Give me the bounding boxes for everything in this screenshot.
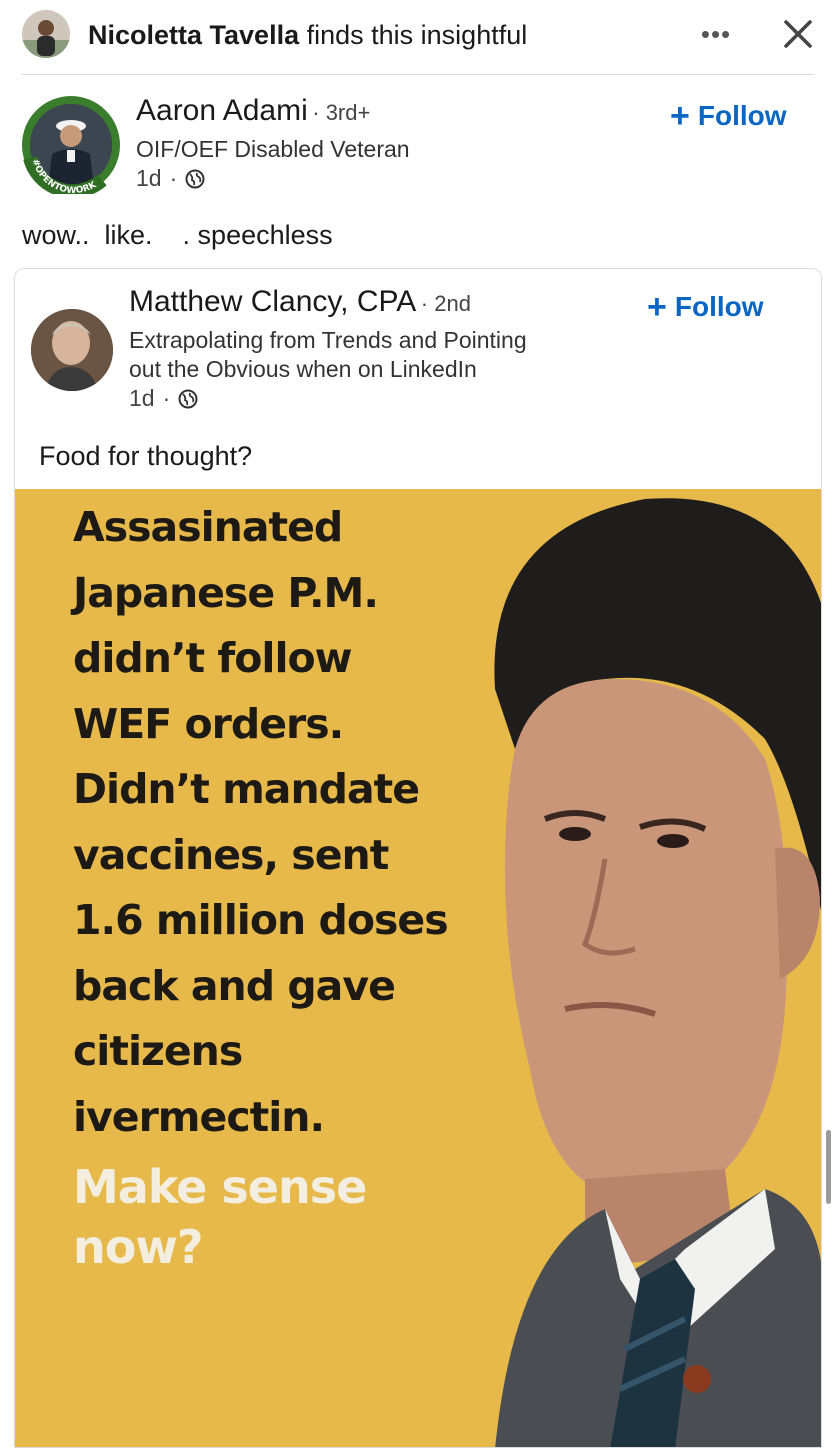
follow-label: Follow <box>697 100 787 131</box>
caption-line: 1.6 million doses <box>73 896 449 944</box>
post-time: 1d <box>136 165 162 191</box>
portrait-illustration <box>494 498 821 1447</box>
shared-author-headline-line1: Extrapolating from Trends and Pointing <box>129 327 527 353</box>
caption-line: vaccines, sent <box>73 830 389 879</box>
post-meta: 1d · <box>136 165 205 192</box>
activity-action: finds this insightful <box>306 20 528 50</box>
image-caption: Assasinated Japanese P.M. didn’t follow … <box>73 495 449 1150</box>
shared-post-text: Food for thought? <box>39 441 253 471</box>
shared-author-name[interactable]: Matthew Clancy, CPA <box>129 285 416 318</box>
plus-icon: + <box>647 288 667 326</box>
author-name[interactable]: Aaron Adami <box>136 94 308 127</box>
author-headline: OIF/OEF Disabled Veteran <box>136 136 410 162</box>
globe-icon <box>178 389 198 408</box>
more-horizontal-icon[interactable]: ••• <box>694 16 738 52</box>
caption-line: ivermectin. <box>73 1092 325 1141</box>
shared-author-avatar[interactable] <box>31 309 113 391</box>
svg-text:#OPENTOWORK: #OPENTOWORK <box>30 158 99 194</box>
activity-text: Nicoletta Tavella finds this insightful <box>88 18 527 52</box>
caption-line: Japanese P.M. <box>73 568 379 617</box>
shared-author-headline-line2: out the Obvious when on LinkedIn <box>129 356 477 382</box>
post-image[interactable]: Assasinated Japanese P.M. didn’t follow … <box>15 489 821 1447</box>
author-avatar[interactable]: #OPENTOWORK <box>22 96 120 194</box>
opentowork-badge: #OPENTOWORK <box>23 155 107 194</box>
follow-author-button[interactable]: + Follow <box>670 97 787 135</box>
actor-avatar[interactable] <box>22 10 70 58</box>
divider <box>22 74 814 75</box>
shared-connection-degree: 2nd <box>434 291 471 316</box>
caption-line: back and gave <box>73 961 396 1010</box>
caption-line: WEF orders. <box>73 699 344 748</box>
caption-line: citizens <box>73 1027 243 1075</box>
actor-photo <box>22 10 70 58</box>
follow-shared-author-button[interactable]: + Follow <box>647 288 764 326</box>
shared-author-photo <box>31 309 113 391</box>
image-cta: Make sense now? <box>73 1157 367 1277</box>
scrollbar[interactable] <box>826 1130 831 1204</box>
shared-post-card[interactable]: Matthew Clancy, CPA · 2nd Extrapolating … <box>14 268 822 1448</box>
caption-line: Didn’t mandate <box>73 765 420 813</box>
cta-line: now? <box>73 1220 204 1274</box>
cta-line: Make sense <box>73 1160 367 1214</box>
author-name-line: Aaron Adami · 3rd+ <box>136 94 371 127</box>
plus-icon: + <box>670 97 690 135</box>
caption-line: Assasinated <box>73 503 343 551</box>
shared-author-name-line: Matthew Clancy, CPA · 2nd <box>129 285 471 318</box>
actor-name[interactable]: Nicoletta Tavella <box>88 20 299 50</box>
post-author: #OPENTOWORK Aaron Adami · 3rd+ OIF/OEF D… <box>0 88 836 198</box>
post-text: wow.. like. . speechless <box>22 220 333 250</box>
globe-icon <box>185 169 205 188</box>
close-icon[interactable] <box>776 12 820 56</box>
follow-label: Follow <box>674 291 764 322</box>
caption-line: didn’t follow <box>73 634 353 682</box>
shared-post-meta: 1d · <box>129 385 198 412</box>
connection-degree: 3rd+ <box>325 100 371 125</box>
activity-header: Nicoletta Tavella finds this insightful … <box>0 0 836 74</box>
shared-post-time: 1d <box>129 385 155 411</box>
